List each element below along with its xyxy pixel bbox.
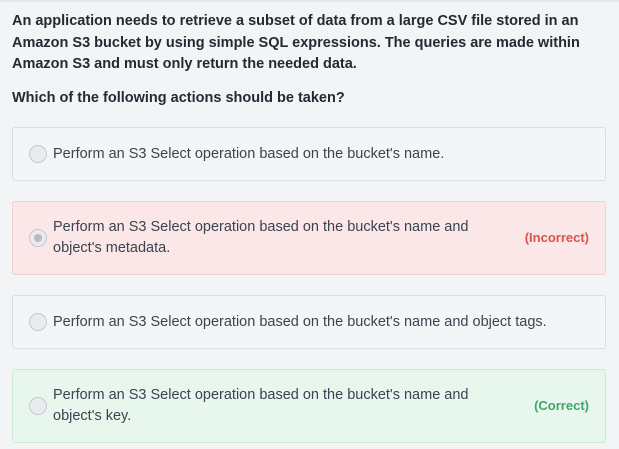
answer-option-label: Perform an S3 Select operation based on … bbox=[53, 219, 469, 256]
answer-option-4[interactable]: Perform an S3 Select operation based on … bbox=[12, 369, 606, 443]
question-text: An application needs to retrieve a subse… bbox=[12, 13, 580, 72]
radio-button[interactable] bbox=[29, 397, 47, 415]
top-divider bbox=[0, 0, 619, 2]
answer-option-label: Perform an S3 Select operation based on … bbox=[53, 314, 547, 330]
radio-button[interactable] bbox=[29, 313, 47, 331]
correct-badge: (Correct) bbox=[534, 398, 589, 413]
question-prompt: Which of the following actions should be… bbox=[12, 90, 345, 106]
radio-button[interactable] bbox=[29, 145, 47, 163]
quiz-question-panel: An application needs to retrieve a subse… bbox=[0, 0, 619, 449]
answer-option-1[interactable]: Perform an S3 Select operation based on … bbox=[12, 127, 606, 181]
radio-button-selected[interactable] bbox=[29, 229, 47, 247]
answer-option-3[interactable]: Perform an S3 Select operation based on … bbox=[12, 295, 606, 349]
answer-option-label: Perform an S3 Select operation based on … bbox=[53, 387, 469, 424]
answer-option-2[interactable]: Perform an S3 Select operation based on … bbox=[12, 201, 606, 275]
incorrect-badge: (Incorrect) bbox=[524, 230, 589, 245]
answer-option-label: Perform an S3 Select operation based on … bbox=[53, 146, 445, 162]
